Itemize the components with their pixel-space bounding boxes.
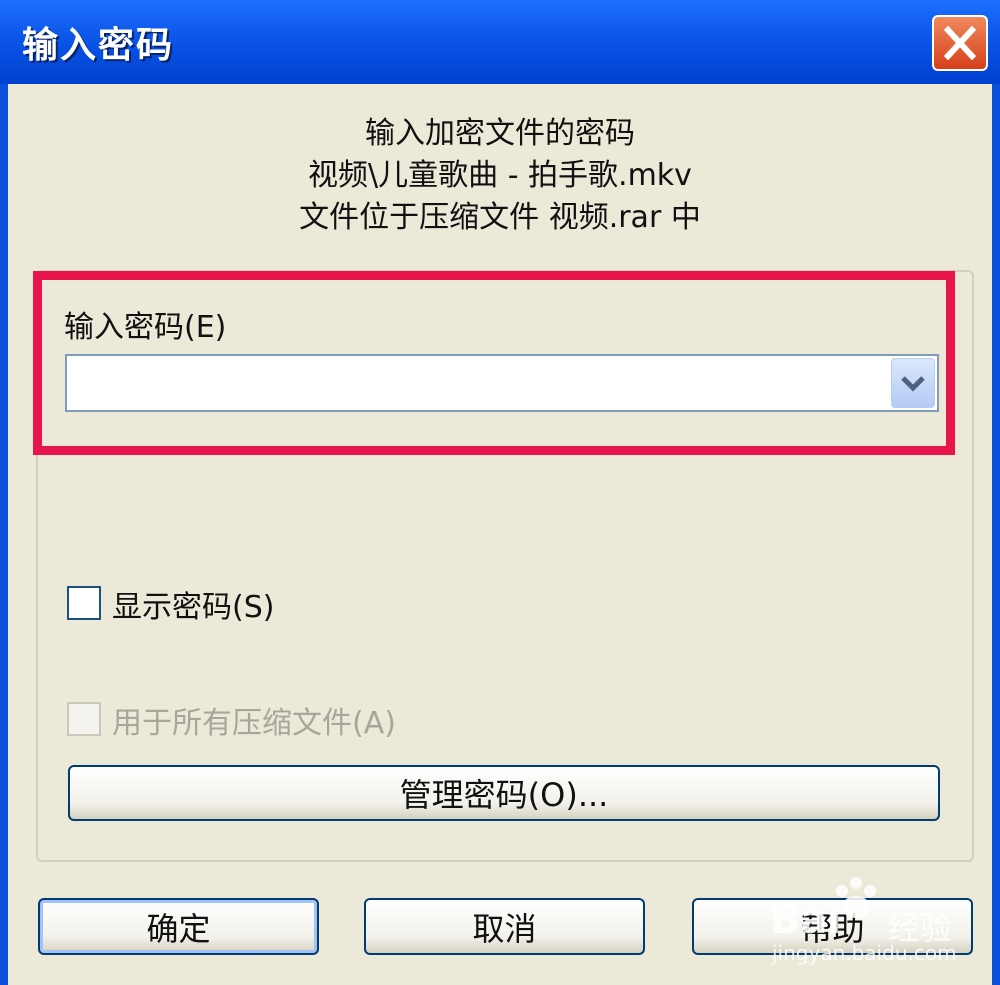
cancel-label: 取消 (472, 909, 537, 948)
show-password-label[interactable]: 显示密码(S) (112, 582, 274, 626)
cancel-button[interactable]: 取消 (364, 898, 645, 955)
highlight-frame (33, 271, 955, 455)
use-for-all-checkbox[interactable] (67, 702, 101, 736)
window-frame-left (0, 84, 8, 985)
manage-passwords-button[interactable]: 管理密码(O)... (68, 765, 940, 821)
password-dialog: 输入密码 输入加密文件的密码 视频\儿童歌曲 - 拍手歌.mkv 文件位于压缩文… (0, 0, 1000, 985)
dialog-title: 输入密码 (22, 25, 175, 66)
watermark-url: jingyan.baidu.com (772, 941, 957, 965)
title-bar[interactable]: 输入密码 (0, 0, 1000, 84)
window-frame-right (992, 84, 1000, 985)
close-button[interactable] (932, 15, 988, 71)
info-line-2: 视频\儿童歌曲 - 拍手歌.mkv (308, 158, 692, 193)
ok-label: 确定 (146, 909, 211, 948)
watermark-brand: Bai (770, 897, 842, 943)
close-icon (943, 25, 977, 61)
use-for-all-label[interactable]: 用于所有压缩文件(A) (112, 698, 396, 742)
info-line-3: 文件位于压缩文件 视频.rar 中 (299, 200, 701, 235)
show-password-checkbox[interactable] (67, 586, 101, 620)
baidu-watermark: Bai 经验 jingyan.baidu.com (770, 875, 990, 965)
manage-passwords-label: 管理密码(O)... (399, 776, 609, 814)
info-line-1: 输入加密文件的密码 (365, 116, 635, 151)
ok-button[interactable]: 确定 (38, 898, 319, 955)
